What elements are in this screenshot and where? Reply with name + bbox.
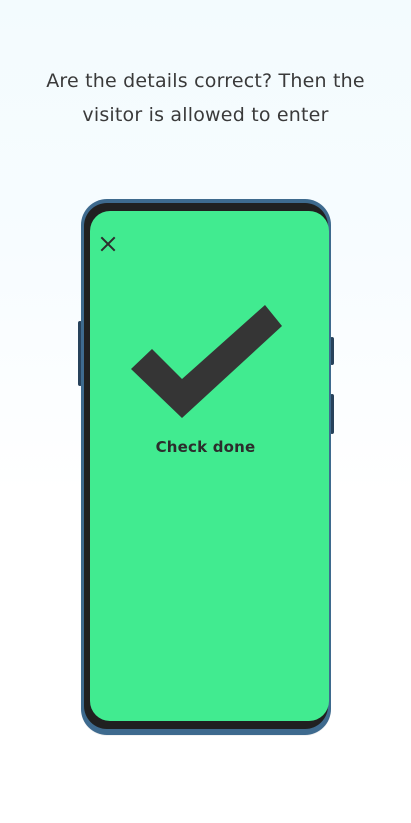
phone-screen: [90, 211, 329, 721]
instruction-line-1: Are the details correct? Then the: [46, 70, 365, 92]
phone-bezel: [84, 203, 329, 729]
close-icon: [100, 236, 116, 252]
instruction-text: Are the details correct? Then the visito…: [0, 64, 411, 132]
checkmark-icon: [131, 305, 282, 418]
close-button[interactable]: [97, 233, 119, 255]
instruction-line-2: visitor is allowed to enter: [82, 104, 329, 126]
phone-mockup: [81, 199, 331, 735]
check-status-label: Check done: [155, 438, 256, 456]
